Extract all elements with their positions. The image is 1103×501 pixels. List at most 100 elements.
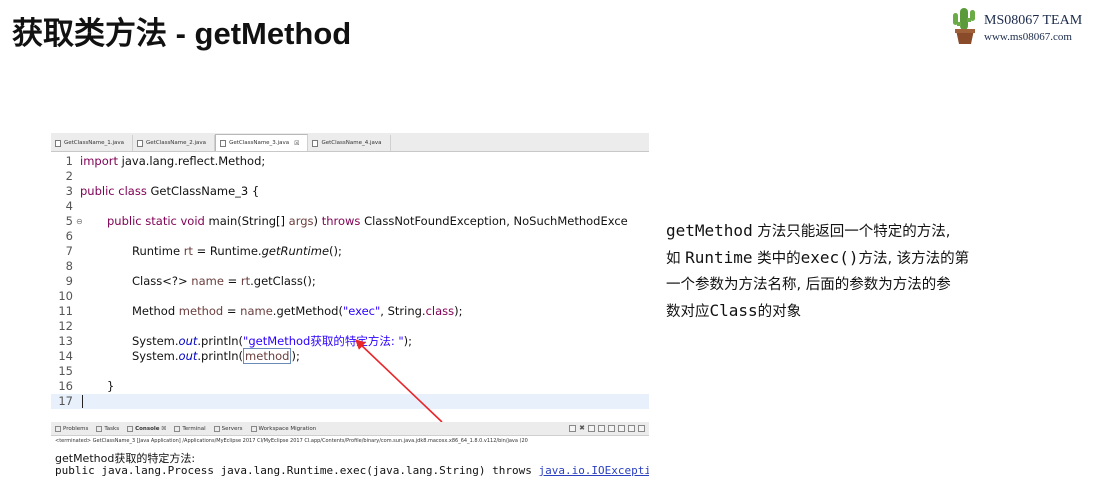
line-number: 8 <box>65 259 73 273</box>
code-token: GetClassName_3 { <box>146 184 260 198</box>
line-number: 15 <box>58 364 73 378</box>
code-token: = Runtime. <box>192 244 262 258</box>
code-token: System. <box>132 334 179 348</box>
code-token: ); <box>403 334 413 348</box>
code-line: 5 ⊖ public static void main(String[] args… <box>51 214 649 229</box>
line-number: 13 <box>58 334 73 348</box>
terminate-icon[interactable] <box>569 425 577 432</box>
code-token: Class<?> <box>132 274 192 288</box>
tab-getclassname-3[interactable]: GetClassName_3.java ☒ <box>215 134 309 151</box>
line-number: 9 <box>65 274 73 288</box>
code-token-highlighted: method <box>243 348 292 364</box>
java-file-icon <box>220 139 227 147</box>
tab-terminal[interactable]: Terminal <box>174 425 206 432</box>
code-token: Runtime <box>132 244 184 258</box>
tab-label: Console ☒ <box>135 425 167 432</box>
tab-getclassname-4[interactable]: GetClassName_4.java <box>308 135 391 151</box>
scroll-lock-icon[interactable] <box>598 425 605 432</box>
explanation-fragment: 类中的 <box>752 251 801 267</box>
code-token: public <box>80 184 115 198</box>
close-tab-icon[interactable]: ☒ <box>294 140 299 147</box>
pin-console-icon[interactable] <box>618 425 625 432</box>
tab-label: Terminal <box>182 425 206 432</box>
tab-workspace-migration[interactable]: Workspace Migration <box>250 425 317 432</box>
code-token: rt <box>240 274 251 288</box>
tab-getclassname-2[interactable]: GetClassName_2.java <box>133 135 216 151</box>
explanation-fragment: 数对应 <box>666 304 710 320</box>
code-token: throws <box>321 214 361 228</box>
code-line: 7 Runtime rt = Runtime.getRuntime(); <box>51 244 649 259</box>
tab-getclassname-1[interactable]: GetClassName_1.java <box>51 135 134 151</box>
code-line: 10 <box>51 289 649 304</box>
tab-label: Workspace Migration <box>258 425 317 432</box>
line-number: 2 <box>65 169 73 183</box>
code-token: System. <box>132 349 179 363</box>
tasks-icon <box>96 425 103 432</box>
code-token: ) <box>313 214 322 228</box>
code-line: 4 <box>51 199 649 214</box>
java-file-icon <box>137 139 144 147</box>
code-line: 3 public class GetClassName_3 { <box>51 184 649 199</box>
code-line: 2 <box>51 169 649 184</box>
tab-problems[interactable]: Problems <box>55 425 89 432</box>
code-token: } <box>107 379 115 393</box>
console-icon <box>127 425 134 432</box>
tab-label: GetClassName_4.java <box>321 140 382 146</box>
code-line: 11 Method method = name.getMethod("exec"… <box>51 304 649 319</box>
tab-label: Servers <box>221 425 243 432</box>
code-editor[interactable]: 1 import java.lang.reflect.Method; 2 3 p… <box>51 152 649 425</box>
tab-label: GetClassName_1.java <box>64 140 125 146</box>
editor-tab-bar: GetClassName_1.java GetClassName_2.java … <box>51 133 649 152</box>
line-number: 12 <box>58 319 73 333</box>
fold-icon[interactable]: ⊖ <box>76 214 83 229</box>
console-output-line: public java.lang.Process java.lang.Runti… <box>55 464 649 477</box>
tab-servers[interactable]: Servers <box>213 425 243 432</box>
line-number: 4 <box>65 199 73 213</box>
code-line: 8 <box>51 259 649 274</box>
code-token: java.lang.reflect.Method; <box>117 154 266 168</box>
remove-all-icon[interactable] <box>588 425 595 432</box>
explanation-fragment: 方法, 该方法的第 <box>858 251 970 267</box>
explanation-text: getMethod 方法只能返回一个特定的方法, 如 Runtime 类中的ex… <box>666 218 1098 325</box>
code-token: out <box>178 349 198 363</box>
word-wrap-icon[interactable] <box>608 425 615 432</box>
display-console-icon[interactable] <box>628 425 635 432</box>
code-token: ); <box>291 349 300 363</box>
line-number: 7 <box>65 244 73 258</box>
code-term: Class <box>709 301 758 320</box>
line-number: 3 <box>65 184 73 198</box>
code-token: = <box>223 304 241 318</box>
code-line: 1 import java.lang.reflect.Method; <box>51 154 649 169</box>
tab-label: GetClassName_3.java <box>229 140 290 146</box>
code-line: 16 } <box>51 379 649 394</box>
explanation-line: 如 Runtime 类中的exec()方法, 该方法的第 <box>666 245 1098 272</box>
explanation-line: 数对应Class的对象 <box>666 298 1098 325</box>
code-token: .getMethod( <box>272 304 343 318</box>
tab-tasks[interactable]: Tasks <box>96 425 119 432</box>
console-status-line: <terminated> GetClassName_3 [Java Applic… <box>55 438 528 444</box>
line-number: 16 <box>58 379 73 393</box>
code-token: "getMethod获取的特定方法: " <box>243 334 404 348</box>
java-file-icon <box>312 139 319 147</box>
remove-launch-icon[interactable]: ✖ <box>579 425 585 432</box>
exception-link[interactable]: java.io.IOException <box>538 464 649 477</box>
code-token: method <box>178 304 224 318</box>
code-token: name <box>191 274 224 288</box>
code-line: 6 <box>51 229 649 244</box>
code-token: , String. <box>380 304 426 318</box>
tab-label: GetClassName_2.java <box>146 140 207 146</box>
code-token: .println( <box>197 349 244 363</box>
problems-icon <box>55 425 61 432</box>
tab-label: Problems <box>63 425 89 432</box>
line-number: 1 <box>65 154 73 168</box>
console-output-text: public java.lang.Process java.lang.Runti… <box>55 464 539 477</box>
explanation-line: 一个参数为方法名称, 后面的参数为方法的参 <box>666 277 951 293</box>
code-token: ); <box>454 304 463 318</box>
code-token: static <box>145 214 177 228</box>
migration-icon <box>250 425 257 432</box>
tab-console[interactable]: Console ☒ <box>127 425 167 432</box>
code-token: = <box>223 274 241 288</box>
text-caret <box>82 395 83 408</box>
open-console-icon[interactable] <box>638 425 645 432</box>
code-line-current: 17 <box>51 394 649 409</box>
